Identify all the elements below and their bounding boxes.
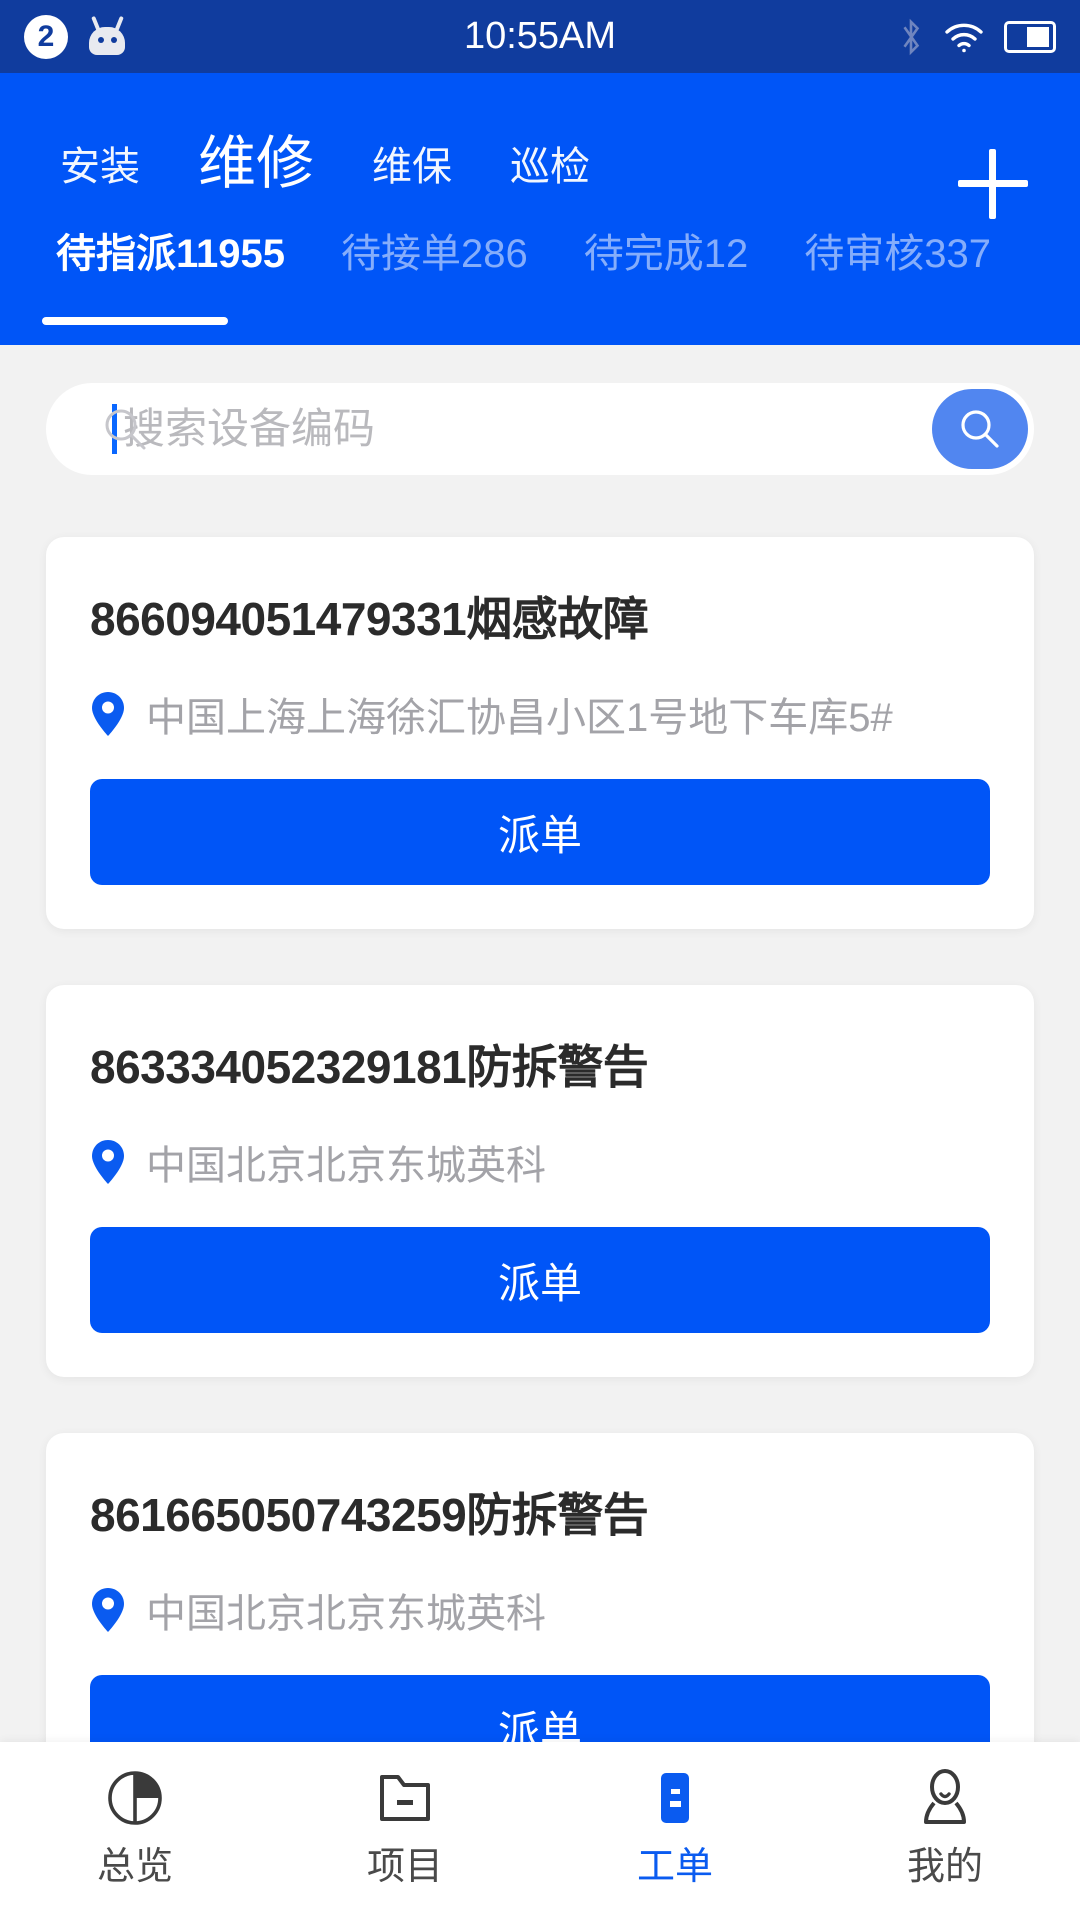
active-tab-indicator xyxy=(42,317,228,325)
work-order-list: 866094051479331烟感故障 中国上海上海徐汇协昌小区1号地下车库5#… xyxy=(0,475,1080,1742)
dispatch-button[interactable]: 派单 xyxy=(90,779,990,885)
nav-item-overview[interactable]: 总览 xyxy=(0,1764,270,1886)
search-icon xyxy=(105,409,146,450)
nav-label: 工单 xyxy=(636,1846,713,1888)
dispatch-button[interactable]: 派单 xyxy=(90,1227,990,1333)
location-pin-icon xyxy=(92,1140,124,1184)
status-bar-right xyxy=(898,18,1056,56)
main-tab-inspection[interactable]: 巡检 xyxy=(510,147,590,193)
work-order-location: 中国北京北京东城英科 xyxy=(90,1133,990,1191)
person-icon xyxy=(911,1764,979,1832)
folder-icon xyxy=(371,1764,439,1832)
work-order-card[interactable]: 861665050743259防拆警告 中国北京北京东城英科 派单 xyxy=(46,1433,1034,1742)
content-area: 搜索设备编码 866094051479331烟感故障 中国上海上海徐汇协昌小区1… xyxy=(0,345,1080,1742)
pie-chart-icon xyxy=(101,1764,169,1832)
battery-icon xyxy=(1004,20,1056,53)
app-root: 2 10:55AM 安装 维修 维保 巡检 待指派11955 待接单286 待完… xyxy=(0,0,1080,1920)
nav-item-projects[interactable]: 项目 xyxy=(270,1764,540,1886)
work-order-title: 861665050743259防拆警告 xyxy=(90,1489,649,1541)
sub-tab-bar: 待指派11955 待接单286 待完成12 待审核337 xyxy=(0,221,1080,325)
sub-tab-pending-review[interactable]: 待审核337 xyxy=(776,221,1019,279)
bottom-navigation: 总览 项目 工单 我的 xyxy=(0,1742,1080,1920)
status-bar: 2 10:55AM xyxy=(0,0,1080,73)
nav-label: 项目 xyxy=(366,1846,443,1888)
work-order-address: 中国北京北京东城英科 xyxy=(146,1144,546,1188)
main-tab-maintenance[interactable]: 维保 xyxy=(372,147,452,193)
main-tab-bar: 安装 维修 维保 巡检 xyxy=(0,73,1080,193)
nav-label: 总览 xyxy=(96,1846,173,1888)
location-pin-icon xyxy=(92,692,124,736)
work-order-title: 863334052329181防拆警告 xyxy=(90,1041,649,1093)
search-input[interactable]: 搜索设备编码 xyxy=(123,408,375,450)
work-order-card[interactable]: 866094051479331烟感故障 中国上海上海徐汇协昌小区1号地下车库5#… xyxy=(46,537,1034,929)
main-tab-repair[interactable]: 维修 xyxy=(198,135,314,193)
nav-item-profile[interactable]: 我的 xyxy=(810,1764,1080,1886)
work-order-address: 中国上海上海徐汇协昌小区1号地下车库5# xyxy=(146,696,893,740)
search-button-icon xyxy=(961,410,999,448)
work-order-card[interactable]: 863334052329181防拆警告 中国北京北京东城英科 派单 xyxy=(46,985,1034,1377)
work-order-title: 866094051479331烟感故障 xyxy=(90,593,649,645)
sub-tab-pending-complete[interactable]: 待完成12 xyxy=(556,221,777,279)
search-button[interactable] xyxy=(932,389,1028,469)
bluetooth-icon xyxy=(903,18,920,55)
wifi-icon xyxy=(945,23,983,52)
main-tab-install[interactable]: 安装 xyxy=(60,147,140,193)
add-icon[interactable] xyxy=(958,149,1028,219)
nav-label: 我的 xyxy=(906,1846,983,1888)
location-pin-icon xyxy=(92,1588,124,1632)
dispatch-button[interactable]: 派单 xyxy=(90,1675,990,1742)
work-order-location: 中国上海上海徐汇协昌小区1号地下车库5# xyxy=(90,685,990,743)
search-bar[interactable]: 搜索设备编码 xyxy=(46,383,1034,475)
nav-item-work-orders[interactable]: 工单 xyxy=(540,1764,810,1886)
search-section: 搜索设备编码 xyxy=(0,345,1080,475)
work-order-address: 中国北京北京东城英科 xyxy=(146,1592,546,1636)
sub-tab-pending-assign[interactable]: 待指派11955 xyxy=(28,221,313,279)
work-order-icon xyxy=(641,1764,709,1832)
sub-tab-pending-accept[interactable]: 待接单286 xyxy=(313,221,556,279)
app-header: 安装 维修 维保 巡检 待指派11955 待接单286 待完成12 待审核337 xyxy=(0,73,1080,345)
work-order-location: 中国北京北京东城英科 xyxy=(90,1581,990,1639)
